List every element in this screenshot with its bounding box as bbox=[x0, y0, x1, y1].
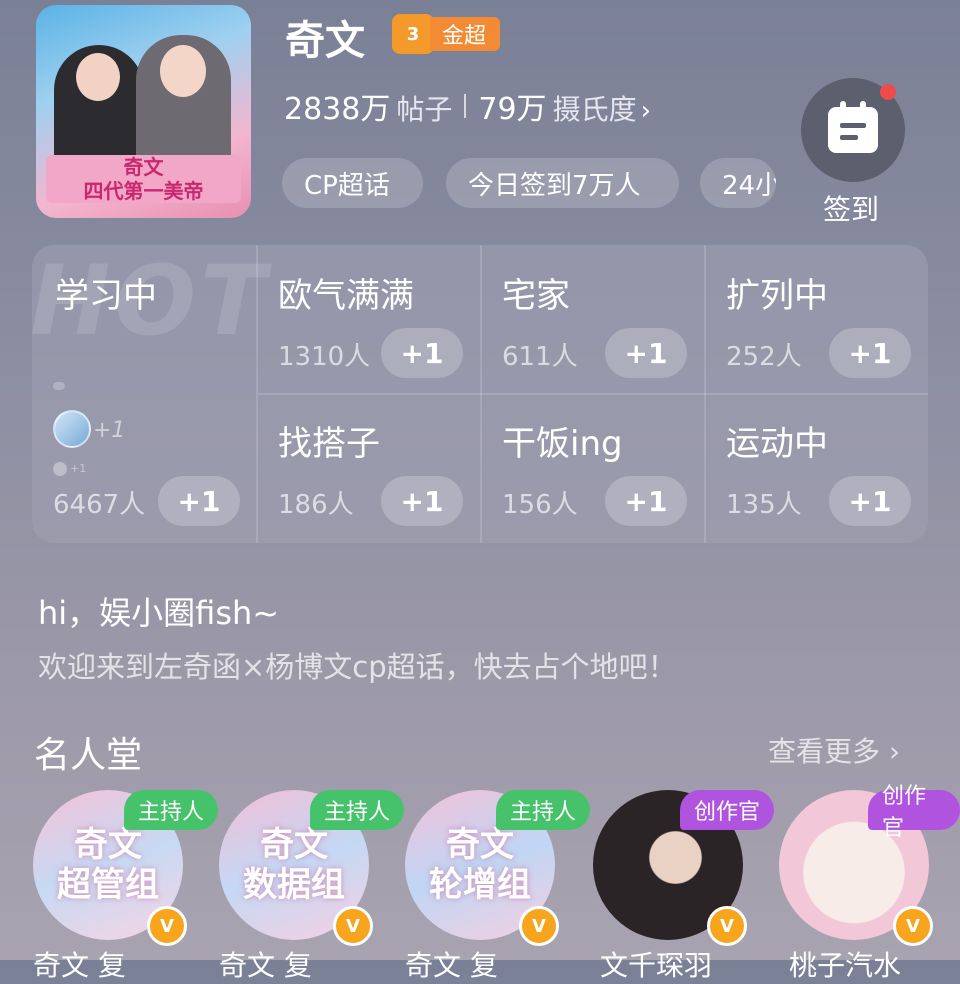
stats-row[interactable]: 2838万 帖子 79万 摄氏度 › bbox=[284, 84, 651, 128]
verified-icon: V bbox=[707, 906, 747, 946]
greeting-welcome: 欢迎来到左奇函×杨博文cp超话，快去占个地吧！ bbox=[38, 650, 677, 684]
influence-label: 摄氏度 bbox=[552, 93, 637, 126]
calendar-icon bbox=[828, 101, 878, 153]
level-label: 金超 bbox=[430, 17, 501, 51]
mood-name[interactable]: 欧气满满 bbox=[278, 268, 414, 317]
notification-dot bbox=[880, 84, 896, 100]
mood-plus-button[interactable]: +1 bbox=[829, 476, 911, 526]
verified-icon: V bbox=[893, 906, 933, 946]
checkin-label[interactable]: 签到 bbox=[823, 188, 879, 228]
cover-text-2: 四代第一美帝 bbox=[83, 179, 204, 203]
influence-count: 79万 bbox=[478, 92, 547, 127]
avatar-art-line: 奇文 bbox=[260, 825, 328, 865]
tag-cp[interactable]: CP超话 bbox=[282, 158, 423, 208]
mini-plus-label: +1 bbox=[70, 462, 87, 475]
role-badge: 主持人 bbox=[310, 790, 405, 830]
mood-count: 1310人 bbox=[278, 342, 371, 372]
tag-24h[interactable]: 24小 bbox=[700, 158, 776, 208]
grid-divider bbox=[258, 393, 928, 395]
role-badge: 创作官 bbox=[868, 784, 960, 841]
avatar-art-line: 奇文 bbox=[74, 825, 142, 865]
member-name[interactable]: 奇文 复 bbox=[405, 944, 498, 984]
tag-checkin-count[interactable]: 今日签到7万人 bbox=[446, 158, 679, 208]
level-badge[interactable]: 3 金超 bbox=[392, 14, 501, 54]
mood-plus-button[interactable]: +1 bbox=[605, 476, 687, 526]
mood-count: 156人 bbox=[502, 490, 578, 520]
avatar-art-line: 超管组 bbox=[57, 865, 159, 905]
member-name[interactable]: 奇文 复 bbox=[219, 944, 312, 984]
role-badge: 主持人 bbox=[124, 790, 219, 830]
supertopic-cover-image[interactable]: 奇文 四代第一美帝 bbox=[36, 5, 251, 218]
hall-title: 名人堂 bbox=[34, 735, 143, 776]
mood-name[interactable]: 宅家 bbox=[502, 268, 570, 317]
member-name[interactable]: 奇文 复 bbox=[33, 944, 126, 984]
mood-plus-button[interactable]: +1 bbox=[381, 476, 463, 526]
mood-name[interactable]: 扩列中 bbox=[726, 268, 828, 317]
role-badge: 主持人 bbox=[496, 790, 591, 830]
avatar-art-line: 轮增组 bbox=[429, 865, 531, 905]
member-name[interactable]: 桃子汽水 bbox=[789, 944, 901, 984]
role-badge: 创作官 bbox=[680, 790, 775, 830]
mood-plus-button[interactable]: +1 bbox=[829, 328, 911, 378]
mini-avatar bbox=[53, 382, 65, 390]
mood-count: 611人 bbox=[502, 342, 578, 372]
mini-avatar bbox=[53, 462, 67, 476]
cover-text-1: 奇文 bbox=[123, 155, 164, 179]
user-avatar bbox=[53, 410, 91, 448]
mood-name[interactable]: 干饭ing bbox=[502, 416, 623, 465]
mood-featured-plus-button[interactable]: +1 bbox=[158, 476, 240, 526]
avatar-art-line: 奇文 bbox=[446, 825, 514, 865]
mood-count: 135人 bbox=[726, 490, 802, 520]
mood-name[interactable]: 运动中 bbox=[726, 416, 828, 465]
mood-name[interactable]: 找搭子 bbox=[278, 416, 380, 465]
posts-label: 帖子 bbox=[396, 93, 453, 126]
mood-featured-name[interactable]: 学习中 bbox=[55, 268, 157, 317]
mood-plus-button[interactable]: +1 bbox=[605, 328, 687, 378]
chevron-right-icon: › bbox=[640, 96, 651, 126]
cover-banner: 奇文 四代第一美帝 bbox=[46, 155, 241, 203]
diamond-icon: 3 bbox=[392, 14, 434, 54]
mood-count: 252人 bbox=[726, 342, 802, 372]
verified-icon: V bbox=[333, 906, 373, 946]
member-name[interactable]: 文千琛羽 bbox=[600, 944, 712, 984]
supertopic-title: 奇文 bbox=[285, 18, 365, 64]
verified-icon: V bbox=[147, 906, 187, 946]
greeting-hi: hi，娱小圈fish~ bbox=[38, 594, 280, 632]
posts-count: 2838万 bbox=[284, 92, 391, 127]
cover-face-right bbox=[160, 45, 206, 97]
mood-count: 186人 bbox=[278, 490, 354, 520]
plus-small-label: +1 bbox=[93, 418, 126, 443]
cover-face-left bbox=[76, 53, 120, 101]
mood-featured-count: 6467人 bbox=[53, 490, 146, 520]
view-more-link[interactable]: 查看更多 › bbox=[768, 730, 900, 770]
avatar-art-line: 数据组 bbox=[243, 865, 345, 905]
mood-plus-button[interactable]: +1 bbox=[381, 328, 463, 378]
stats-divider bbox=[464, 94, 467, 118]
verified-icon: V bbox=[519, 906, 559, 946]
